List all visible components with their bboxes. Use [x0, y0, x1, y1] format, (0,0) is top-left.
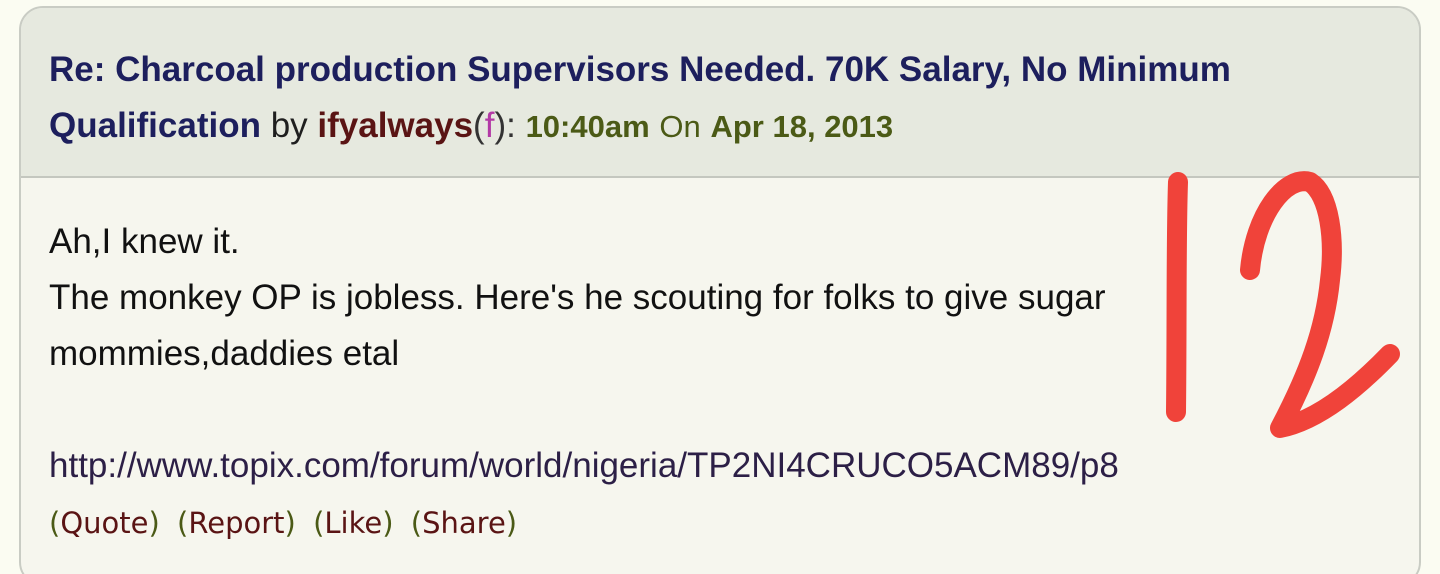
- post-date: Apr 18, 2013: [710, 109, 894, 144]
- quote-label: Quote: [60, 506, 149, 540]
- like-button[interactable]: (Like): [313, 506, 393, 540]
- body-line-3: mommies,daddies etal: [49, 334, 400, 373]
- on-label: On: [659, 109, 701, 144]
- post-header: Re: Charcoal production Supervisors Need…: [21, 8, 1419, 178]
- topix-link[interactable]: http://www.topix.com/forum/world/nigeria…: [49, 438, 1391, 494]
- share-button[interactable]: (Share): [411, 506, 517, 540]
- body-line-2: The monkey OP is jobless. Here's he scou…: [49, 278, 1106, 317]
- post-time: 10:40am: [525, 109, 650, 144]
- report-button[interactable]: (Report): [177, 506, 296, 540]
- page: Re: Charcoal production Supervisors Need…: [0, 0, 1440, 574]
- gender-indicator: f: [484, 106, 495, 145]
- quote-button[interactable]: (Quote): [49, 506, 160, 540]
- share-label: Share: [422, 506, 506, 540]
- post-actions: (Quote) (Report) (Like) (Share): [21, 494, 1419, 540]
- like-label: Like: [324, 506, 383, 540]
- by-label: by: [260, 106, 318, 145]
- report-label: Report: [188, 506, 285, 540]
- author-username-link[interactable]: ifyalways: [317, 106, 473, 145]
- paren-close: ):: [494, 106, 516, 145]
- paren-open: (: [473, 106, 485, 145]
- post-body: Ah,I knew it. The monkey OP is jobless. …: [21, 178, 1419, 494]
- forum-post-card: Re: Charcoal production Supervisors Need…: [19, 6, 1421, 574]
- body-line-1: Ah,I knew it.: [49, 222, 240, 261]
